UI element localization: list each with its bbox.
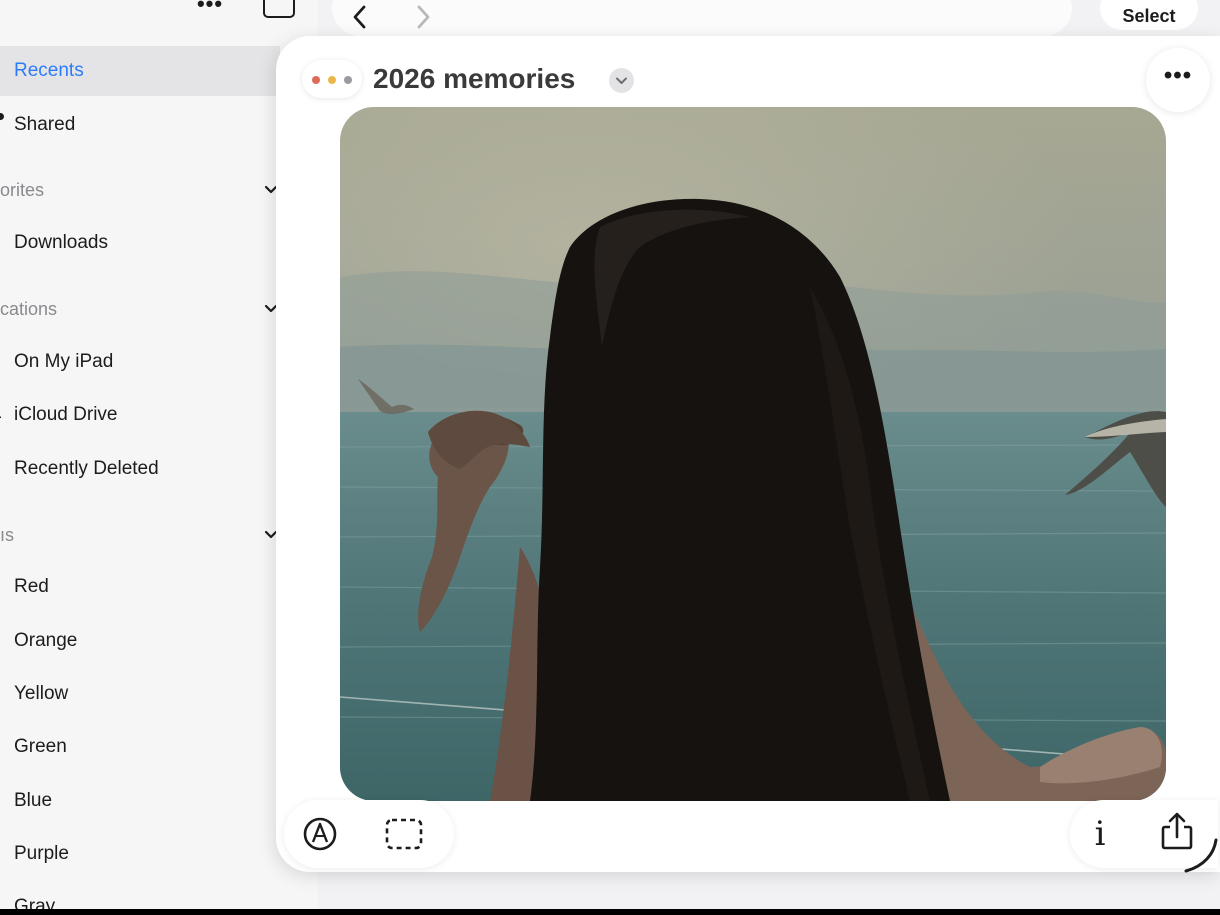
resize-handle-icon[interactable] [1180,836,1220,876]
sidebar-item-label: Shared [14,114,76,135]
sidebar-item-tag-purple[interactable]: Purple [0,829,280,879]
section-favorites[interactable]: orites [0,170,280,210]
forward-chevron-icon[interactable] [413,2,433,32]
sidebar-item-tag-blue[interactable]: Blue [0,776,280,826]
sidebar-item-label: Blue [14,790,53,811]
sidebar-item-tag-green[interactable]: Green [0,722,280,772]
sidebar: ••• Recents Shared orites Downloads cati… [0,0,318,915]
navigation-bar [332,0,1072,36]
section-header: orites [0,180,45,200]
sidebar-item-label: On My iPad [14,351,114,372]
sidebar-item-label: Yellow [14,683,69,704]
back-chevron-icon[interactable] [350,2,370,32]
sidebar-item-label: Green [14,736,67,757]
photo-image [340,107,1166,801]
sidebar-item-recents[interactable]: Recents [0,46,280,96]
photo-preview[interactable] [340,107,1166,801]
title-chevron-down-icon[interactable] [609,68,634,93]
sidebar-item-tag-red[interactable]: Red [0,562,280,612]
sidebar-item-label: Recents [14,60,84,81]
sidebar-item-recently-deleted[interactable]: Recently Deleted [0,444,280,494]
window-controls-button[interactable] [302,60,362,98]
section-header: ıs [0,525,15,545]
markup-pen-icon [303,817,337,851]
sidebar-item-icloud-drive[interactable]: iCloud Drive [0,390,280,440]
sidebar-toggle-icon[interactable] [263,0,295,18]
section-header: cations [0,299,58,319]
sidebar-item-label: Purple [14,843,69,864]
window-dot-yellow [328,76,336,84]
section-tags[interactable]: ıs [0,515,280,555]
sidebar-item-downloads[interactable]: Downloads [0,218,280,268]
sidebar-item-tag-orange[interactable]: Orange [0,616,280,666]
select-button[interactable]: Select [1100,0,1198,30]
chevron-down-icon [616,77,627,84]
crop-select-button[interactable] [382,812,426,856]
info-icon: i [1094,814,1106,854]
dashed-selection-icon [385,818,423,850]
sidebar-item-label: iCloud Drive [14,404,118,425]
window-more-button[interactable]: ••• [1146,48,1210,112]
window-dot-red [312,76,320,84]
bottom-edge [0,909,1220,915]
sidebar-item-label: Downloads [14,232,108,253]
section-locations[interactable]: cations [0,289,280,329]
sidebar-item-label: Recently Deleted [14,458,159,479]
info-button[interactable]: i [1082,812,1118,856]
sidebar-more-icon[interactable]: ••• [195,0,225,15]
markup-button[interactable] [298,812,342,856]
sidebar-item-shared[interactable]: Shared [0,100,280,150]
sidebar-item-label: Orange [14,630,78,651]
window-dot-gray [344,76,352,84]
sidebar-item-tag-yellow[interactable]: Yellow [0,669,280,719]
document-title[interactable]: 2026 memories [373,60,575,98]
sidebar-item-label: Red [14,576,49,597]
sidebar-item-on-my-ipad[interactable]: On My iPad [0,337,280,387]
